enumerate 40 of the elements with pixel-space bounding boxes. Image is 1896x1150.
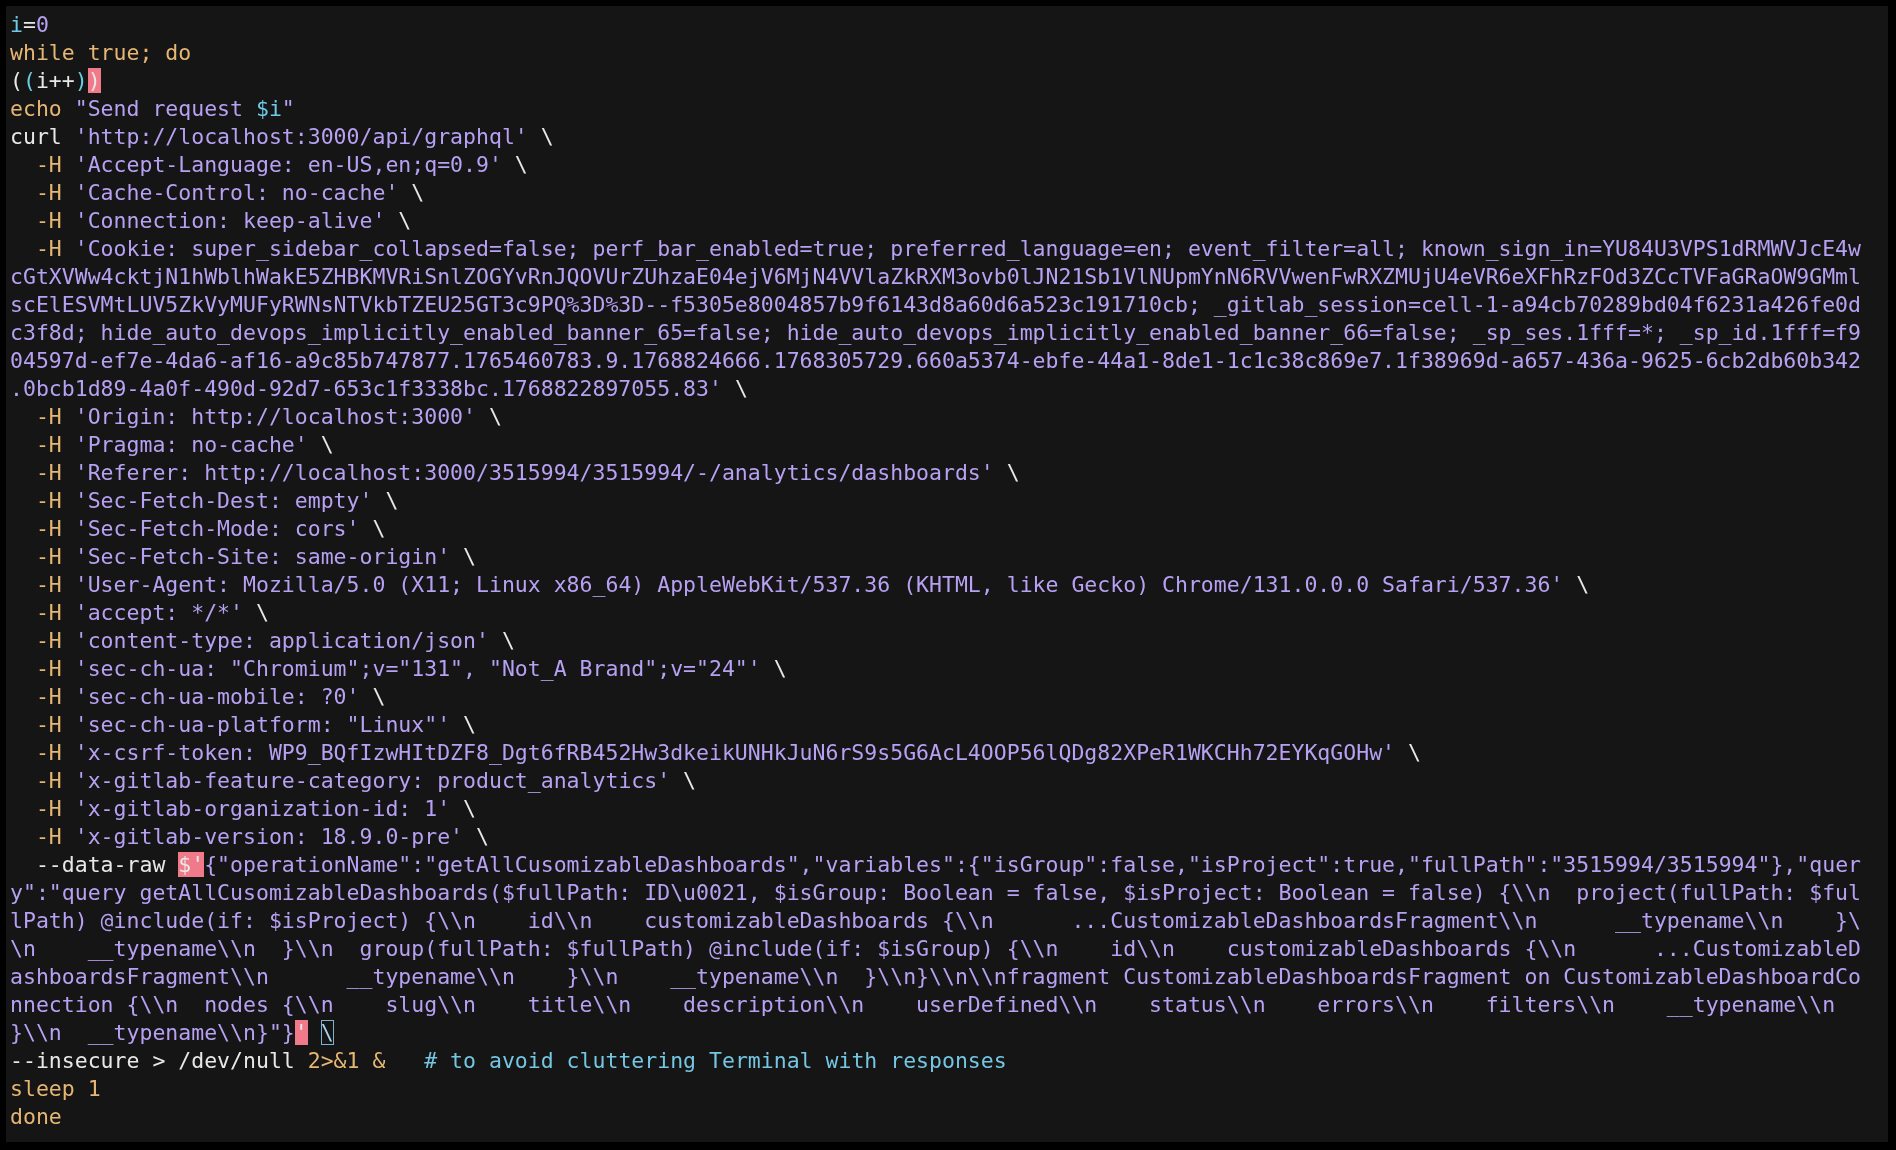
code-line: -H 'x-csrf-token: WP9_BQfIzwHItDZF8_Dgt6fRB452Hw3dkeikUNHkJuN6rS9s5G6AcL4OOP56lQDg82XPeR1WKCHh72EYKqGOHw' \ [34, 739, 1421, 767]
code-line: -H 'Pragma: no-cache' \ [34, 431, 334, 459]
code-line: --insecure > /dev/null 2>&1 & # to avoid cluttering Terminal with responses [10, 1047, 1007, 1075]
code-line: -H 'Cookie: super_sidebar_collapsed=false; perf_bar_enabled=true; preferred_language=en; event_filter=all; known_sign_in=YU84U3VPS1dRMWVJcE4w [34, 235, 1861, 263]
code-line: -H 'Connection: keep-alive' \ [34, 207, 412, 235]
code-line: --data-raw $'{"operationName":"getAllCusomizableDashboards","variables":{"isGroup":false,"isProject":true,"fullPath":"3515994/3515994"},"quer [34, 851, 1861, 879]
code-line: curl 'http://localhost:3000/api/graphql' \ [10, 123, 554, 151]
code-line: -H 'Referer: http://localhost:3000/3515994/3515994/-/analytics/dashboards' \ [34, 459, 1020, 487]
code-line: -H 'content-type: application/json' \ [34, 627, 515, 655]
code-line: -H 'Sec-Fetch-Mode: cors' \ [34, 515, 386, 543]
code-line: c3f8d; hide_auto_devops_implicitly_enabled_banner_65=false; hide_auto_devops_implicitly_enabled_banner_66=false; _sp_ses.1fff=*; _sp_id.1fff=f9 [10, 319, 1861, 347]
code-line: \n __typename\\n }\\n group(fullPath: $fullPath) @include(if: $isGroup) {\\n id\\n customizableDashboards {\\n ...CustomizableD [10, 935, 1861, 963]
code-line: cGtXVWw4cktjN1hWblhWakE5ZHBKMVRiSnlZOGYvRnJQOVUrZUhzaE04ejV6MjN4VVlaZkRXM3ovb0lJN21Sb1VlNUpmYnN6RVVwenFwRXZMUjU4eVR6eXFhRzFOd3ZCcTVFaGRaOW9GMml [10, 263, 1861, 291]
code-line: i=0 [10, 11, 49, 39]
code-line: ((i++)) [10, 67, 101, 95]
code-line: -H 'sec-ch-ua-platform: "Linux"' \ [34, 711, 476, 739]
code-line: done [10, 1103, 62, 1131]
code-line: -H 'x-gitlab-feature-category: product_analytics' \ [34, 767, 697, 795]
code-line: -H 'accept: */*' \ [34, 599, 269, 627]
code-line: echo "Send request $i" [10, 95, 295, 123]
code-line: -H 'x-gitlab-version: 18.9.0-pre' \ [34, 823, 489, 851]
code-line: nnection {\\n nodes {\\n slug\\n title\\n description\\n userDefined\\n status\\n errors\\n filters\\n __typename\\n [10, 991, 1836, 1019]
code-line: }\\n __typename\\n}"}' \ [10, 1019, 334, 1047]
code-line: -H 'sec-ch-ua-mobile: ?0' \ [34, 683, 386, 711]
code-line: -H 'Sec-Fetch-Dest: empty' \ [34, 487, 399, 515]
code-line: y":"query getAllCusomizableDashboards($fullPath: ID\u0021, $isGroup: Boolean = false, $isProject: Boolean = false) {\\n project(fullPath: $ful [10, 879, 1861, 907]
code-line: lPath) @include(if: $isProject) {\\n id\\n customizableDashboards {\\n ...CustomizableDashboardsFragment\\n __typename\\n }\ [10, 907, 1861, 935]
code-line: -H 'x-gitlab-organization-id: 1' \ [34, 795, 476, 823]
code-line: -H 'User-Agent: Mozilla/5.0 (X11; Linux x86_64) AppleWebKit/537.36 (KHTML, like Gecko) Chrome/131.0.0.0 Safari/537.36' \ [34, 571, 1590, 599]
code-line: scElESVMtLUV5ZkVyMUFyRWNsNTVkbTZEU25GT3c9PQ%3D%3D--f5305e8004857b9f6143d8a60d6a523c191710cb; _gitlab_session=cell-1-a94cb70289bd04f6231a426fe0d [10, 291, 1861, 319]
code-line: -H 'sec-ch-ua: "Chromium";v="131", "Not_A Brand";v="24"' \ [34, 655, 787, 683]
code-line: -H 'Sec-Fetch-Site: same-origin' \ [34, 543, 476, 571]
code-line: sleep 1 [10, 1075, 101, 1103]
code-line: -H 'Origin: http://localhost:3000' \ [34, 403, 502, 431]
code-line: -H 'Accept-Language: en-US,en;q=0.9' \ [34, 151, 528, 179]
code-line: -H 'Cache-Control: no-cache' \ [34, 179, 425, 207]
code-line: 04597d-ef7e-4da6-af16-a9c85b747877.1765460783.9.1768824666.1768305729.660a5374-ebfe-44a1-8de1-1c1c38c869e7.1f38969d-a657-436a-9625-6cb2db60b342 [10, 347, 1861, 375]
code-line: .0bcb1d89-4a0f-490d-92d7-653c1f3338bc.1768822897055.83' \ [10, 375, 748, 403]
code-line: while true; do [10, 39, 192, 67]
code-line: ashboardsFragment\\n __typename\\n }\\n __typename\\n }\\n}\\n\\nfragment CustomizableDashboardsFragment on CustomizableDashboardCo [10, 963, 1861, 991]
